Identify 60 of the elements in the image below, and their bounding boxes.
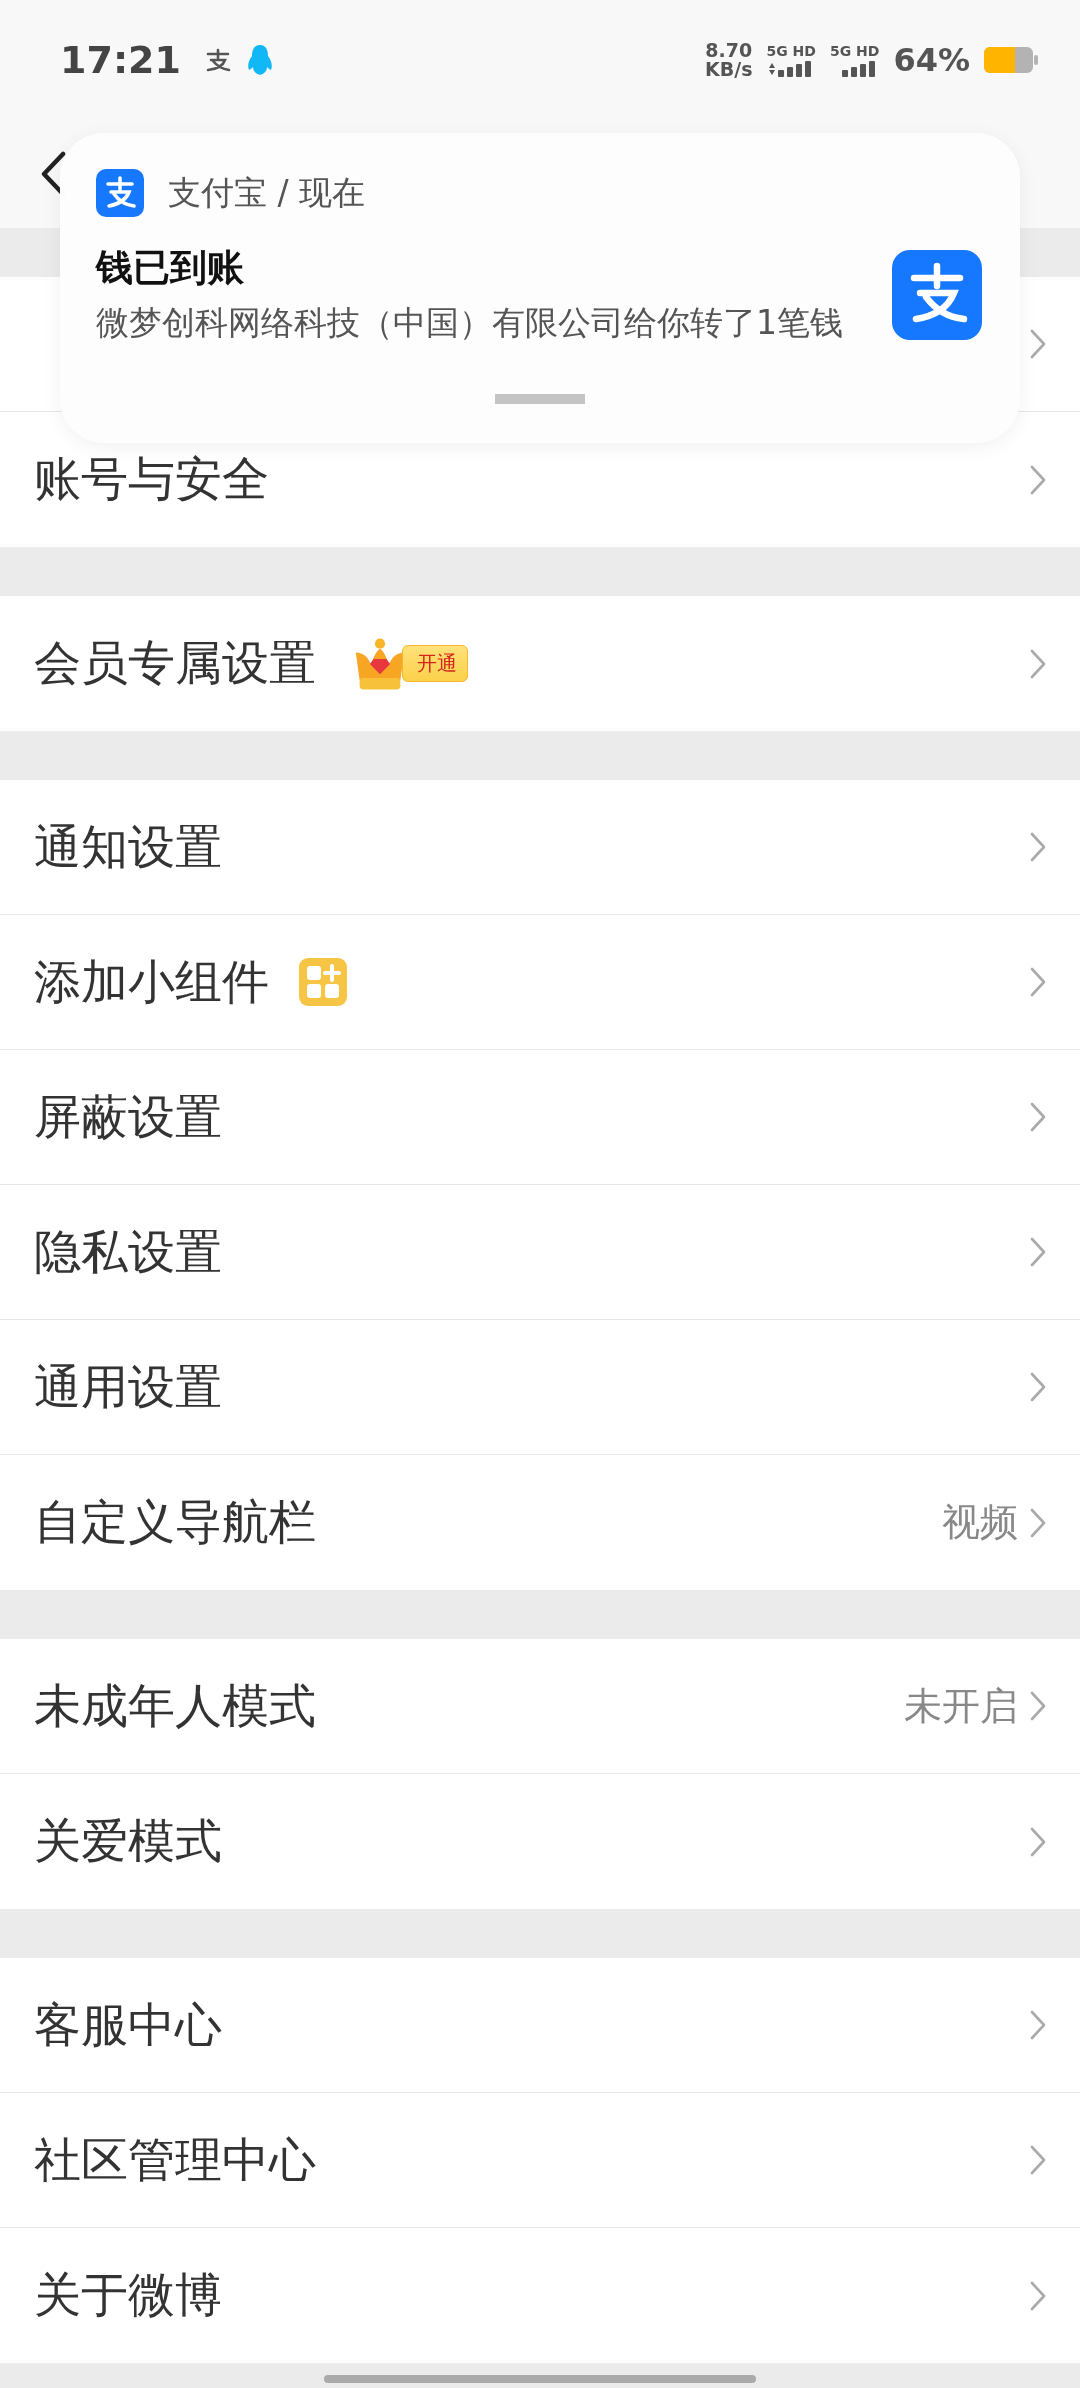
row-title: 隐私设置: [34, 1222, 222, 1281]
chevron-icon: [1030, 2280, 1046, 2311]
penguin-icon: [246, 44, 273, 76]
row-title: 添加小组件: [34, 952, 269, 1011]
settings-row[interactable]: 通用设置: [0, 1320, 1080, 1455]
chevron-icon: [1030, 1237, 1046, 1267]
row-title: 会员专属设置: [34, 634, 316, 692]
status-time: 17:21: [60, 38, 181, 82]
settings-row[interactable]: 自定义导航栏 视频: [0, 1455, 1080, 1590]
row-value: 视频: [942, 1499, 1018, 1546]
row-title: 通用设置: [34, 1357, 222, 1416]
home-indicator[interactable]: [324, 2374, 756, 2383]
chevron-icon: [1030, 329, 1046, 359]
chevron-icon: [1030, 967, 1046, 997]
settings-row[interactable]: 会员专属设置 开通: [0, 596, 1080, 731]
row-title: 屏蔽设置: [34, 1087, 222, 1146]
battery-percent: 64%: [893, 41, 970, 79]
row-value: 未开启: [904, 1682, 1018, 1730]
network-label: 5G HD: [766, 43, 816, 58]
chevron-icon: [1030, 1102, 1046, 1132]
notification-message: 微梦创科网络科技（中国）有限公司给你转了1笔钱: [96, 302, 843, 344]
settings-row[interactable]: 未成年人模式 未开启: [0, 1639, 1080, 1774]
back-icon[interactable]: [40, 151, 66, 197]
chevron-icon: [1030, 464, 1046, 495]
row-title: 关于微博: [34, 2266, 222, 2324]
settings-row[interactable]: 屏蔽设置: [0, 1050, 1080, 1185]
pay-app-icon: [892, 249, 982, 340]
notification-source: 支付宝 / 现在: [168, 171, 366, 214]
network-label: 5G HD: [829, 43, 880, 58]
widget-icon: [299, 958, 347, 1006]
row-title: 通知设置: [34, 817, 222, 876]
chevron-icon: [1030, 1691, 1046, 1721]
notification-title: 钱已到账: [96, 245, 245, 291]
chevron-icon: [1030, 1507, 1046, 1538]
speed-unit: KB/s: [705, 60, 753, 79]
row-title: 未成年人模式: [34, 1676, 316, 1735]
settings-row[interactable]: 添加小组件: [0, 915, 1080, 1050]
settings-row[interactable]: 社区管理中心: [0, 2093, 1080, 2228]
speed-value: 8.70: [705, 41, 753, 60]
settings-row[interactable]: 关爱模式: [0, 1774, 1080, 1909]
chevron-icon: [1030, 1372, 1046, 1402]
row-title: 账号与安全: [34, 450, 269, 508]
chevron-icon: [1030, 2010, 1046, 2040]
chevron-icon: [1030, 2145, 1046, 2175]
activate-badge[interactable]: 开通: [402, 645, 468, 682]
row-title: 客服中心: [34, 1995, 222, 2054]
battery-icon: [984, 47, 1038, 73]
settings-row[interactable]: 通知设置: [0, 780, 1080, 915]
row-title: 关爱模式: [34, 1812, 222, 1870]
chevron-icon: [1030, 832, 1046, 862]
settings-row[interactable]: 客服中心: [0, 1958, 1080, 2093]
settings-row[interactable]: 关于微博: [0, 2228, 1080, 2363]
row-title: 社区管理中心: [34, 2130, 316, 2189]
chevron-icon: [1030, 648, 1046, 679]
drag-handle[interactable]: [495, 394, 585, 404]
notification-card[interactable]: 支付宝 / 现在 钱已到账 微梦创科网络科技（中国）有限公司给你转了1笔钱: [60, 133, 1020, 443]
pay-app-icon: [96, 169, 144, 217]
settings-row[interactable]: 隐私设置: [0, 1185, 1080, 1320]
row-title: 自定义导航栏: [34, 1493, 316, 1551]
chevron-icon: [1030, 1826, 1046, 1857]
